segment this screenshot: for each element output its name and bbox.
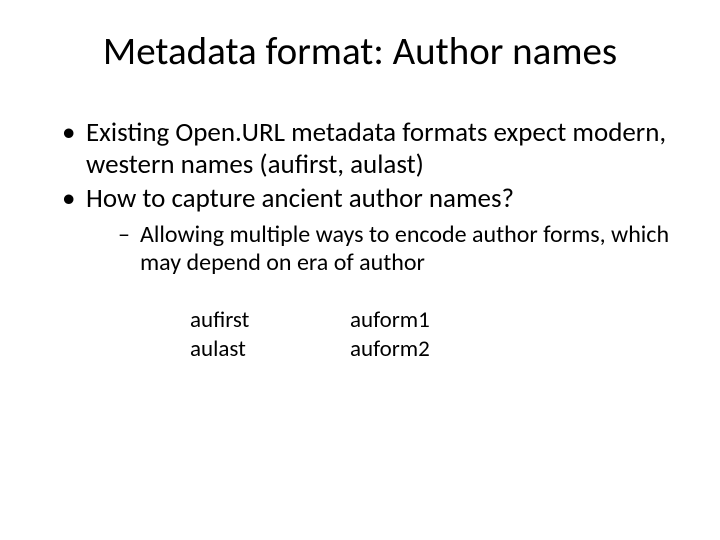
field-name: auform2	[350, 335, 510, 364]
field-name: auform1	[350, 306, 510, 335]
bullet-item: Existing Open.URL metadata formats expec…	[62, 117, 680, 181]
field-name: aufirst	[190, 306, 350, 335]
bullet-list: Existing Open.URL metadata formats expec…	[40, 117, 680, 278]
field-name: aulast	[190, 335, 350, 364]
field-columns: aufirst aulast auform1 auform2	[40, 306, 680, 364]
bullet-text: Existing Open.URL metadata formats expec…	[86, 116, 666, 181]
bullet-text: How to capture ancient author names?	[86, 182, 514, 215]
slide: Metadata format: Author names Existing O…	[0, 0, 720, 540]
column-left: aufirst aulast	[190, 306, 350, 364]
sub-bullet-list: Allowing multiple ways to encode author …	[86, 221, 680, 279]
column-right: auform1 auform2	[350, 306, 510, 364]
sub-bullet-item: Allowing multiple ways to encode author …	[118, 221, 680, 279]
slide-title: Metadata format: Author names	[40, 28, 680, 75]
bullet-item: How to capture ancient author names? All…	[62, 183, 680, 278]
sub-bullet-text: Allowing multiple ways to encode author …	[140, 220, 669, 278]
